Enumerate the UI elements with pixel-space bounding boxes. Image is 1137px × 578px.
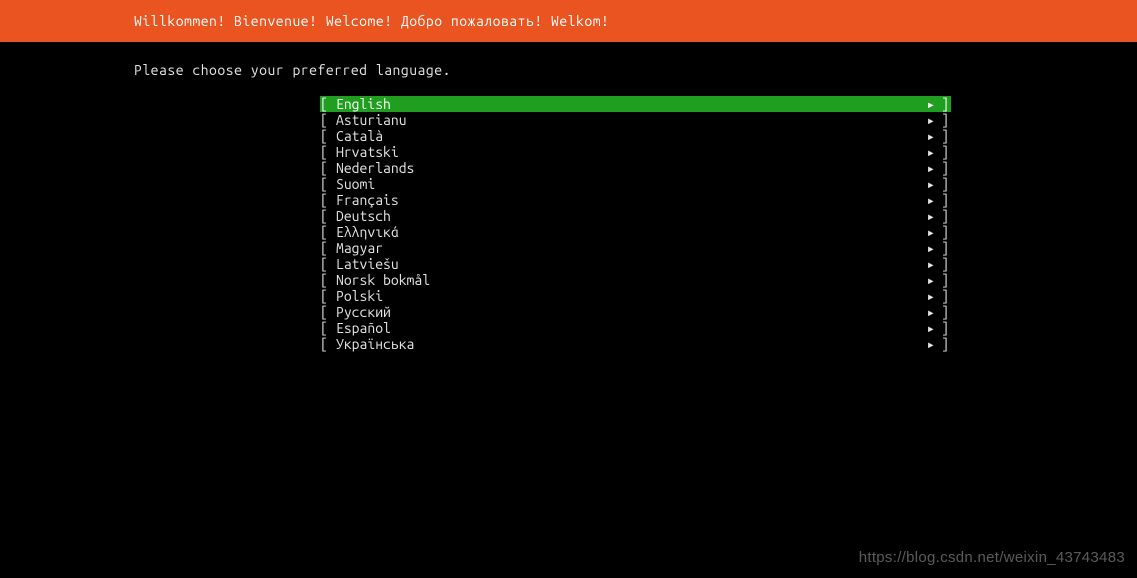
- chevron-right-icon: ▸: [915, 160, 935, 176]
- bracket-open: [: [320, 176, 336, 192]
- bracket-close: ]: [935, 192, 951, 208]
- language-option[interactable]: [Українська▸]: [320, 336, 951, 352]
- chevron-right-icon: ▸: [915, 176, 935, 192]
- language-option[interactable]: [Asturianu▸]: [320, 112, 951, 128]
- language-option[interactable]: [Magyar▸]: [320, 240, 951, 256]
- chevron-right-icon: ▸: [915, 288, 935, 304]
- language-label: Русский: [336, 304, 915, 320]
- chevron-right-icon: ▸: [915, 272, 935, 288]
- chevron-right-icon: ▸: [915, 96, 935, 112]
- bracket-open: [: [320, 336, 336, 352]
- bracket-close: ]: [935, 272, 951, 288]
- language-label: English: [336, 96, 915, 112]
- bracket-open: [: [320, 240, 336, 256]
- chevron-right-icon: ▸: [915, 304, 935, 320]
- language-label: Català: [336, 128, 915, 144]
- language-label: Suomi: [336, 176, 915, 192]
- language-option[interactable]: [Latviešu▸]: [320, 256, 951, 272]
- prompt-text: Please choose your preferred language.: [0, 42, 1137, 96]
- language-label: Español: [336, 320, 915, 336]
- language-label: Magyar: [336, 240, 915, 256]
- bracket-open: [: [320, 192, 336, 208]
- chevron-right-icon: ▸: [915, 256, 935, 272]
- header-bar: Willkommen! Bienvenue! Welcome! Добро по…: [0, 0, 1137, 42]
- bracket-close: ]: [935, 288, 951, 304]
- chevron-right-icon: ▸: [915, 224, 935, 240]
- language-option[interactable]: [Deutsch▸]: [320, 208, 951, 224]
- language-label: Ελληνικά: [336, 224, 915, 240]
- bracket-close: ]: [935, 256, 951, 272]
- language-option[interactable]: [Ελληνικά▸]: [320, 224, 951, 240]
- bracket-open: [: [320, 208, 336, 224]
- bracket-close: ]: [935, 320, 951, 336]
- bracket-open: [: [320, 224, 336, 240]
- language-option[interactable]: [Hrvatski▸]: [320, 144, 951, 160]
- language-label: Latviešu: [336, 256, 915, 272]
- language-label: Nederlands: [336, 160, 915, 176]
- language-label: Asturianu: [336, 112, 915, 128]
- chevron-right-icon: ▸: [915, 192, 935, 208]
- language-option[interactable]: [Nederlands▸]: [320, 160, 951, 176]
- language-option[interactable]: [English▸]: [320, 96, 951, 112]
- bracket-close: ]: [935, 128, 951, 144]
- bracket-open: [: [320, 144, 336, 160]
- language-option[interactable]: [Русский▸]: [320, 304, 951, 320]
- bracket-close: ]: [935, 160, 951, 176]
- bracket-open: [: [320, 128, 336, 144]
- language-option[interactable]: [Català▸]: [320, 128, 951, 144]
- bracket-open: [: [320, 160, 336, 176]
- bracket-close: ]: [935, 112, 951, 128]
- language-option[interactable]: [Español▸]: [320, 320, 951, 336]
- bracket-open: [: [320, 304, 336, 320]
- language-list: [English▸][Asturianu▸][Català▸][Hrvatski…: [0, 96, 1137, 352]
- language-label: Norsk bokmål: [336, 272, 915, 288]
- language-label: Hrvatski: [336, 144, 915, 160]
- bracket-open: [: [320, 256, 336, 272]
- chevron-right-icon: ▸: [915, 208, 935, 224]
- language-label: Deutsch: [336, 208, 915, 224]
- chevron-right-icon: ▸: [915, 128, 935, 144]
- language-label: Polski: [336, 288, 915, 304]
- bracket-close: ]: [935, 304, 951, 320]
- language-option[interactable]: [Polski▸]: [320, 288, 951, 304]
- language-label: Français: [336, 192, 915, 208]
- bracket-close: ]: [935, 240, 951, 256]
- bracket-open: [: [320, 320, 336, 336]
- chevron-right-icon: ▸: [915, 240, 935, 256]
- chevron-right-icon: ▸: [915, 336, 935, 352]
- bracket-close: ]: [935, 96, 951, 112]
- bracket-close: ]: [935, 224, 951, 240]
- bracket-open: [: [320, 112, 336, 128]
- bracket-close: ]: [935, 144, 951, 160]
- watermark-text: https://blog.csdn.net/weixin_43743483: [859, 549, 1125, 566]
- language-option[interactable]: [Norsk bokmål▸]: [320, 272, 951, 288]
- header-title: Willkommen! Bienvenue! Welcome! Добро по…: [134, 13, 609, 29]
- language-option[interactable]: [Français▸]: [320, 192, 951, 208]
- bracket-open: [: [320, 288, 336, 304]
- bracket-open: [: [320, 96, 336, 112]
- bracket-close: ]: [935, 336, 951, 352]
- language-option[interactable]: [Suomi▸]: [320, 176, 951, 192]
- chevron-right-icon: ▸: [915, 320, 935, 336]
- language-label: Українська: [336, 336, 915, 352]
- chevron-right-icon: ▸: [915, 144, 935, 160]
- chevron-right-icon: ▸: [915, 112, 935, 128]
- bracket-close: ]: [935, 208, 951, 224]
- bracket-close: ]: [935, 176, 951, 192]
- bracket-open: [: [320, 272, 336, 288]
